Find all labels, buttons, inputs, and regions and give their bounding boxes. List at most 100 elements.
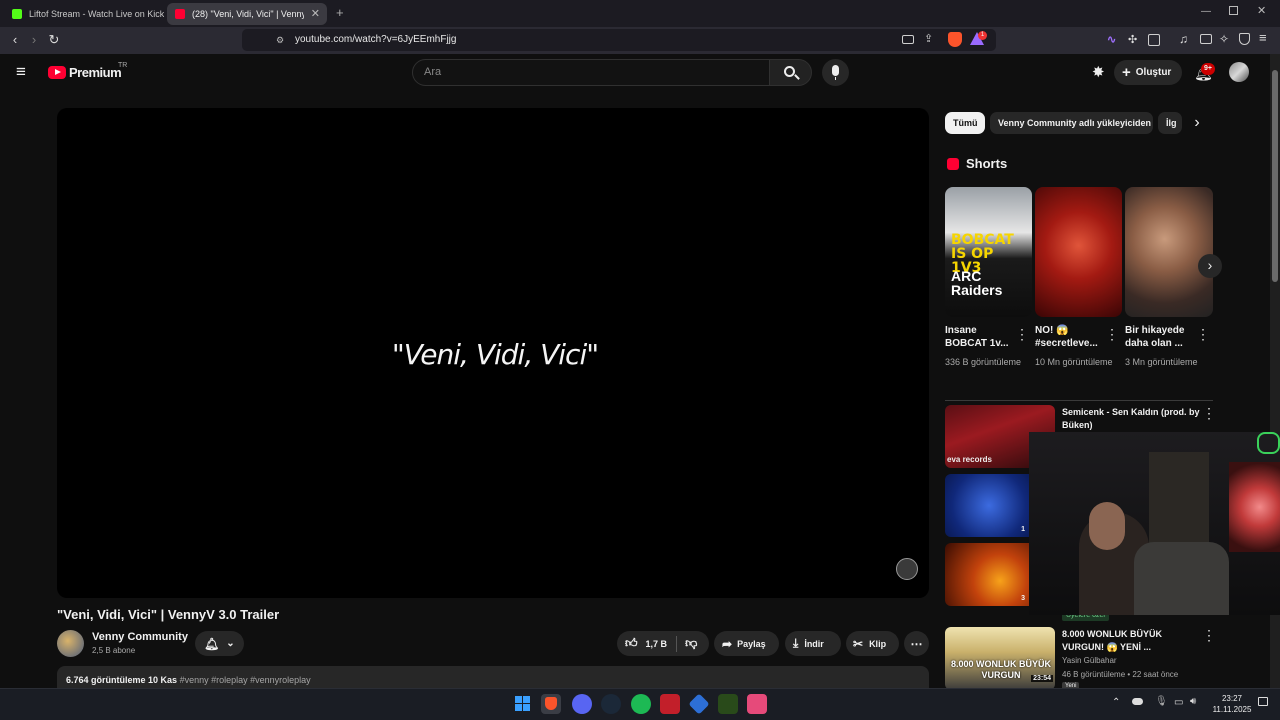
rewards-badge: 1 <box>978 31 987 40</box>
thumbs-down-icon[interactable]: 👎︎ <box>685 636 697 651</box>
minimize-icon[interactable]: — <box>1201 6 1211 17</box>
leo-ai-icon[interactable]: ∿ <box>1107 33 1116 46</box>
kick-app-icon[interactable] <box>718 694 738 714</box>
chip-from-uploader[interactable]: Venny Community adlı yükleyiciden <box>990 112 1153 134</box>
like-count[interactable]: 1,7 B <box>646 639 668 649</box>
extensions-icon[interactable]: ✣ <box>1128 33 1137 46</box>
chevron-down-icon: ⌄ <box>226 638 235 649</box>
tab-kick[interactable]: Liftof Stream - Watch Live on Kick <box>4 3 164 25</box>
short-more-icon[interactable]: ⋮ <box>1015 326 1029 343</box>
media-icon[interactable]: ♫ <box>1179 32 1188 46</box>
site-settings-icon[interactable]: ⚙ <box>276 35 284 46</box>
video-title[interactable]: Semicenk - Sen Kaldın (prod. by Büken) <box>1062 406 1200 432</box>
short-title[interactable]: Bir hikayede daha olan ... <box>1125 324 1197 350</box>
shorts-next-icon[interactable]: › <box>1198 254 1222 278</box>
bell-icon: 🔔︎ <box>204 636 220 651</box>
like-dislike-group: 👍︎ 1,7 B 👎︎ <box>617 631 709 656</box>
clock-date: 11.11.2025 <box>1212 705 1252 714</box>
tray-overflow-icon[interactable]: ⌃ <box>1112 697 1120 708</box>
video-channel[interactable]: Yasin Gülbahar <box>1062 656 1117 665</box>
duration-badge: 23:54 <box>1031 675 1053 682</box>
new-tab-icon[interactable]: + <box>336 5 344 20</box>
create-button[interactable]: + Oluştur <box>1114 60 1182 85</box>
download-button[interactable]: ⤓ İndir <box>785 631 841 656</box>
chip-all[interactable]: Tümü <box>945 112 985 134</box>
channel-name[interactable]: Venny Community <box>92 631 188 643</box>
share-arrow-icon: ➦ <box>722 636 733 651</box>
clock[interactable]: 23:27 11.11.2025 <box>1210 693 1254 715</box>
scrollbar-thumb[interactable] <box>1272 70 1278 282</box>
youtube-premium-logo[interactable]: Premium <box>69 65 122 80</box>
video-player[interactable]: "Veni, Vidi, Vici" <box>57 108 929 598</box>
thumbs-up-icon[interactable]: 👍︎ <box>625 636 638 651</box>
voice-search-button[interactable] <box>822 59 849 86</box>
short-thumbnail[interactable]: BOBCAT IS OP 1V3 ARC Raiders <box>945 187 1032 317</box>
video-title[interactable]: 8.000 WONLUK BÜYÜK VURGUN! 😱 YENİ ... <box>1062 628 1200 654</box>
video-thumbnail[interactable]: 8.000 WONLUK BÜYÜK VURGUN 23:54 <box>945 627 1055 690</box>
wallet-icon[interactable] <box>1200 34 1212 44</box>
volume-icon[interactable]: 🔊︎ <box>1190 696 1196 707</box>
views-and-date: 6.764 görüntüleme 10 Kas <box>66 675 178 685</box>
brave-taskbar-icon[interactable] <box>541 694 561 714</box>
short-views: 10 Mn görüntüleme <box>1035 357 1113 367</box>
player-overlay-text: "Veni, Vidi, Vici" <box>391 338 599 371</box>
app-icon[interactable] <box>660 694 680 714</box>
brave-shields-icon[interactable] <box>948 32 962 47</box>
notification-count-badge: 9+ <box>1201 63 1215 75</box>
short-title[interactable]: NO! 😱 #secretleve... <box>1035 324 1107 350</box>
close-window-icon[interactable]: ✕ <box>1257 4 1266 17</box>
kick-favicon-icon <box>12 9 22 19</box>
discord-icon[interactable] <box>572 694 592 714</box>
tab-youtube[interactable]: (28) "Veni, Vidi, Vici" | VennyV 3.0 ✕ <box>167 3 327 25</box>
onedrive-icon[interactable] <box>1132 698 1143 705</box>
video-more-icon[interactable]: ⋮ <box>1202 627 1216 644</box>
share-button[interactable]: ➦ Paylaş <box>714 631 779 656</box>
windows-start-icon[interactable] <box>513 694 533 714</box>
short-more-icon[interactable]: ⋮ <box>1105 326 1119 343</box>
premium-tips-icon[interactable]: ✸ <box>1092 63 1105 81</box>
microphone-tray-icon[interactable]: 🎙︎ <box>1155 696 1168 707</box>
close-tab-icon[interactable]: ✕ <box>311 7 320 20</box>
url-text[interactable]: youtube.com/watch?v=6JyEEmhFjjg <box>295 34 456 45</box>
short-thumbnail[interactable] <box>1035 187 1122 317</box>
scissors-icon: ✂ <box>853 636 864 651</box>
country-code: TR <box>118 62 128 69</box>
hamburger-menu-icon[interactable]: ≡ <box>16 62 26 82</box>
leo-icon[interactable]: ✧ <box>1219 32 1229 46</box>
hashtags[interactable]: #venny #roleplay #vennyroleplay <box>180 675 311 685</box>
channel-avatar[interactable] <box>57 630 84 657</box>
steam-icon[interactable] <box>601 694 621 714</box>
spotify-icon[interactable] <box>631 694 651 714</box>
back-icon[interactable]: ‹ <box>6 31 24 49</box>
notification-center-icon[interactable] <box>1258 697 1268 706</box>
short-views: 3 Mn görüntüleme <box>1125 357 1198 367</box>
channel-watermark-icon[interactable] <box>896 558 918 580</box>
subscription-bell-button[interactable]: 🔔︎ ⌄ <box>195 631 244 656</box>
account-avatar[interactable] <box>1229 62 1249 82</box>
search-box[interactable] <box>412 59 770 86</box>
video-title: "Veni, Vidi, Vici" | VennyV 3.0 Trailer <box>57 607 280 622</box>
vpn-shield-icon[interactable] <box>1239 33 1250 45</box>
short-title[interactable]: Insane BOBCAT 1v... <box>945 324 1017 350</box>
menu-icon[interactable]: ≡ <box>1259 30 1267 45</box>
search-input[interactable]: Ara <box>424 66 441 78</box>
clip-button[interactable]: ✂ Klip <box>846 631 899 656</box>
cast-icon[interactable] <box>902 35 914 44</box>
network-icon[interactable]: ▭ <box>1174 697 1183 708</box>
reload-icon[interactable]: ↻ <box>45 31 63 49</box>
short-thumbnail[interactable] <box>1125 187 1213 317</box>
streaming-app-icon[interactable] <box>747 694 767 714</box>
youtube-favicon-icon <box>175 9 185 19</box>
more-actions-button[interactable]: ⋯ <box>904 631 929 656</box>
sidebar-toggle-icon[interactable] <box>1148 34 1160 46</box>
chips-next-chevron-icon[interactable]: › <box>1182 112 1212 136</box>
youtube-logo-icon[interactable] <box>48 66 66 79</box>
chip-related[interactable]: İlg <box>1158 112 1182 134</box>
shorts-heading: Shorts <box>966 156 1008 171</box>
search-button[interactable] <box>769 59 812 86</box>
forward-icon[interactable]: › <box>25 31 43 49</box>
video-more-icon[interactable]: ⋮ <box>1202 405 1216 422</box>
maximize-icon[interactable] <box>1229 6 1238 15</box>
short-more-icon[interactable]: ⋮ <box>1196 326 1210 343</box>
share-page-icon[interactable]: ⇪ <box>924 32 933 45</box>
